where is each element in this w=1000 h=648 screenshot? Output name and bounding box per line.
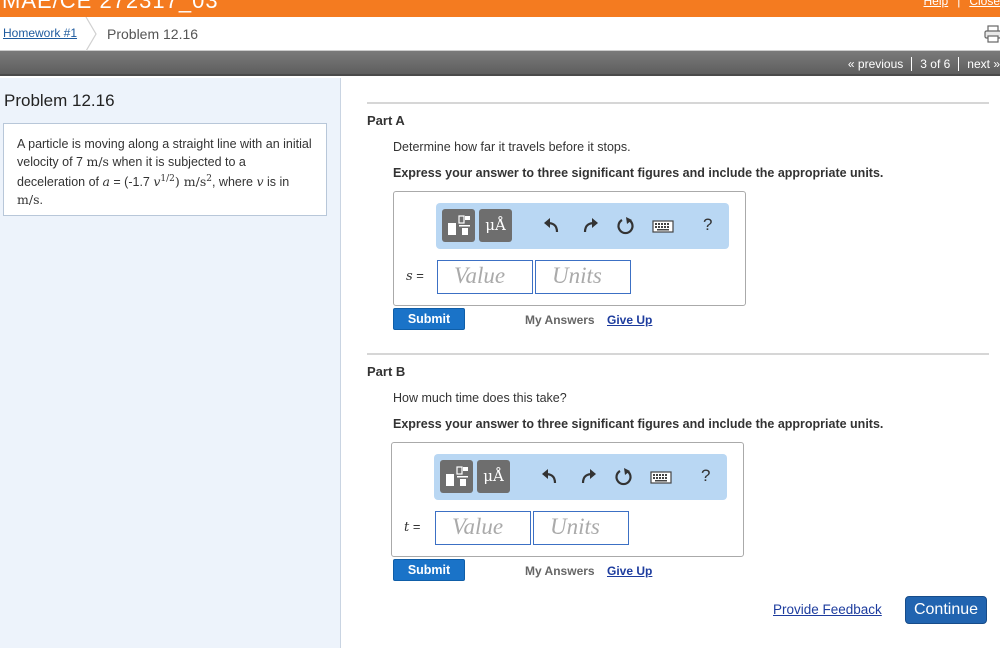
help-icon[interactable]: ?: [701, 466, 710, 486]
close-link[interactable]: Close: [969, 0, 1000, 8]
part-a-answer-box: μÅ ? s = Value Units: [393, 191, 746, 306]
velocity-unit: m/s: [86, 154, 109, 169]
part-b-give-up-link[interactable]: Give Up: [607, 564, 652, 578]
part-a-submit-button[interactable]: Submit: [393, 308, 465, 330]
part-a-my-answers[interactable]: My Answers: [525, 313, 595, 327]
pager-divider: [911, 57, 913, 71]
part-a-question: Determine how far it travels before it s…: [393, 140, 631, 154]
variable-symbol: s: [406, 269, 413, 284]
reset-icon[interactable]: [612, 466, 634, 488]
pager-divider: [958, 57, 960, 71]
breadcrumb-current: Problem 12.16: [107, 26, 199, 42]
units-icon[interactable]: μÅ: [477, 460, 510, 493]
problem-statement: A particle is moving along a straight li…: [3, 123, 327, 216]
problem-text: ): [174, 174, 184, 190]
part-b-answer-box: μÅ ? t = Value Units: [391, 442, 744, 557]
part-a-title: Part A: [367, 113, 405, 128]
part-divider: [367, 353, 989, 355]
undo-icon[interactable]: [539, 466, 561, 488]
next-link[interactable]: next »: [967, 57, 1000, 71]
equals-sign: =: [409, 519, 421, 534]
units-input[interactable]: Units: [533, 511, 629, 545]
templates-icon[interactable]: [442, 209, 475, 242]
units-icon[interactable]: μÅ: [479, 209, 512, 242]
problem-nav-bar: « previous 3 of 6 next »: [0, 51, 1000, 76]
part-b-submit-button[interactable]: Submit: [393, 559, 465, 581]
velocity-unit: m/s: [17, 192, 40, 208]
header-link-divider: |: [957, 0, 961, 8]
redo-icon[interactable]: [577, 466, 599, 488]
pager: « previous 3 of 6 next »: [848, 57, 1000, 71]
accel-variable: a: [102, 174, 110, 190]
help-link[interactable]: Help: [924, 0, 949, 8]
header-links: Help | Close: [924, 0, 1000, 8]
problem-text: .: [39, 193, 43, 208]
value-input[interactable]: Value: [437, 260, 533, 294]
problem-text: is in: [263, 175, 290, 190]
math-toolbar: μÅ ?: [434, 454, 727, 500]
keyboard-icon[interactable]: [652, 215, 674, 237]
math-toolbar: μÅ ?: [436, 203, 729, 249]
velocity-variable: v: [256, 174, 264, 190]
help-icon[interactable]: ?: [703, 215, 712, 235]
equals-sign: =: [412, 268, 424, 283]
problem-title: Problem 12.16: [4, 91, 115, 110]
part-divider: [367, 102, 989, 104]
part-b-question: How much time does this take?: [393, 391, 567, 405]
accel-unit: m/s: [183, 174, 207, 190]
keyboard-icon[interactable]: [650, 466, 672, 488]
units-input[interactable]: Units: [535, 260, 631, 294]
continue-button[interactable]: Continue: [905, 596, 987, 624]
part-b-my-answers[interactable]: My Answers: [525, 564, 595, 578]
previous-link[interactable]: « previous: [848, 57, 903, 71]
top-header-bar: MAE/CE 272317_03 Help | Close: [0, 0, 1000, 17]
breadcrumb-homework-link[interactable]: Homework #1: [3, 26, 77, 40]
part-a-give-up-link[interactable]: Give Up: [607, 313, 652, 327]
answer-variable-label: t =: [404, 519, 420, 535]
breadcrumb: Homework #1 Problem 12.16: [0, 17, 1000, 51]
provide-feedback-link[interactable]: Provide Feedback: [773, 602, 882, 617]
problem-panel: Problem 12.16 A particle is moving along…: [0, 78, 341, 648]
pager-position: 3 of 6: [920, 57, 951, 71]
templates-icon[interactable]: [440, 460, 473, 493]
print-icon[interactable]: [984, 25, 1000, 43]
part-a-instruction: Express your answer to three significant…: [393, 166, 884, 180]
answer-variable-label: s =: [406, 268, 424, 284]
undo-icon[interactable]: [541, 215, 563, 237]
value-input[interactable]: Value: [435, 511, 531, 545]
problem-text: , where: [211, 175, 257, 190]
course-title: MAE/CE 272317_03: [2, 0, 219, 13]
part-b-instruction: Express your answer to three significant…: [393, 417, 884, 431]
problem-text: = (-1.7: [109, 175, 154, 190]
breadcrumb-chevron-icon: [85, 17, 97, 51]
exponent: 1/2: [160, 174, 175, 184]
redo-icon[interactable]: [579, 215, 601, 237]
reset-icon[interactable]: [614, 215, 636, 237]
part-b-title: Part B: [367, 364, 406, 379]
